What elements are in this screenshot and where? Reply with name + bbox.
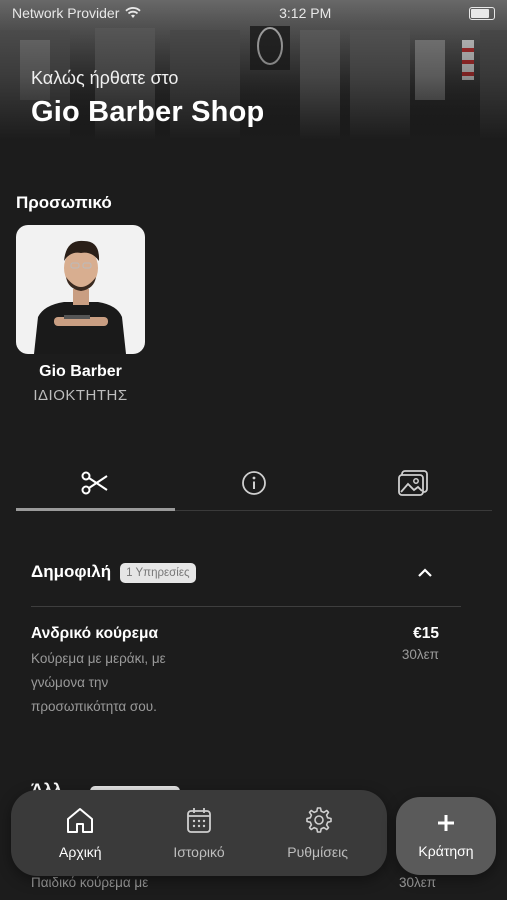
status-bar: Network Provider 3:12 PM <box>0 0 507 26</box>
service-description: Παιδικό κούρεμα με <box>31 875 149 890</box>
staff-name: Gio Barber <box>39 363 122 380</box>
plus-icon <box>438 815 454 831</box>
nav-history-label: Ιστορικό <box>173 844 225 860</box>
service-count-badge: 1 Υπηρεσίες <box>120 563 196 583</box>
content-tabs <box>16 455 492 511</box>
tab-gallery[interactable] <box>333 455 492 510</box>
book-appointment-button[interactable]: Κράτηση <box>396 797 496 875</box>
carrier-label: Network Provider <box>12 5 120 21</box>
bottom-navigation: Αρχική Ιστορικό Ρυθμίσεις <box>11 790 387 876</box>
gallery-icon <box>397 469 428 496</box>
service-description: Κούρεμα με μεράκι, με γνώμονα την προσωπ… <box>31 651 166 714</box>
welcome-text: Καλώς ήρθατε στο <box>31 68 179 88</box>
service-price: €15 <box>413 625 439 642</box>
nav-home[interactable]: Αρχική <box>25 806 135 860</box>
category-header-popular[interactable]: Δημοφιλή 1 Υπηρεσίες <box>31 560 461 606</box>
nav-history[interactable]: Ιστορικό <box>144 806 254 860</box>
tab-info[interactable] <box>175 455 334 510</box>
service-duration: 30λεπ <box>401 647 439 662</box>
info-icon <box>242 470 266 495</box>
book-button-label: Κράτηση <box>418 843 474 859</box>
nav-settings[interactable]: Ρυθμίσεις <box>263 806 373 860</box>
wifi-icon <box>125 7 142 18</box>
nav-settings-label: Ρυθμίσεις <box>287 844 348 860</box>
staff-card[interactable]: Gio Barber ΙΔΙΟΚΤΗΤΗΣ <box>16 225 145 404</box>
service-name: Ανδρικό κούρεμα <box>31 625 159 642</box>
service-duration: 30λεπ <box>399 875 437 890</box>
divider <box>31 606 461 607</box>
clock: 3:12 PM <box>279 5 332 21</box>
gear-icon <box>305 807 332 833</box>
category-title: Δημοφιλή <box>31 562 112 581</box>
service-item[interactable]: Ανδρικό κούρεμα €15 Κούρεμα με μεράκι, μ… <box>31 625 439 719</box>
home-icon <box>67 808 94 833</box>
tab-services[interactable] <box>16 455 175 511</box>
staff-photo <box>16 225 145 354</box>
shop-name: Gio Barber Shop <box>31 96 265 128</box>
scissors-icon <box>81 471 108 494</box>
chevron-up-icon[interactable] <box>417 568 433 578</box>
staff-role: ΙΔΙΟΚΤΗΤΗΣ <box>33 387 128 404</box>
calendar-icon <box>187 808 211 833</box>
battery-icon <box>468 6 495 20</box>
staff-section-title: Προσωπικό <box>16 193 112 212</box>
nav-home-label: Αρχική <box>59 844 102 860</box>
